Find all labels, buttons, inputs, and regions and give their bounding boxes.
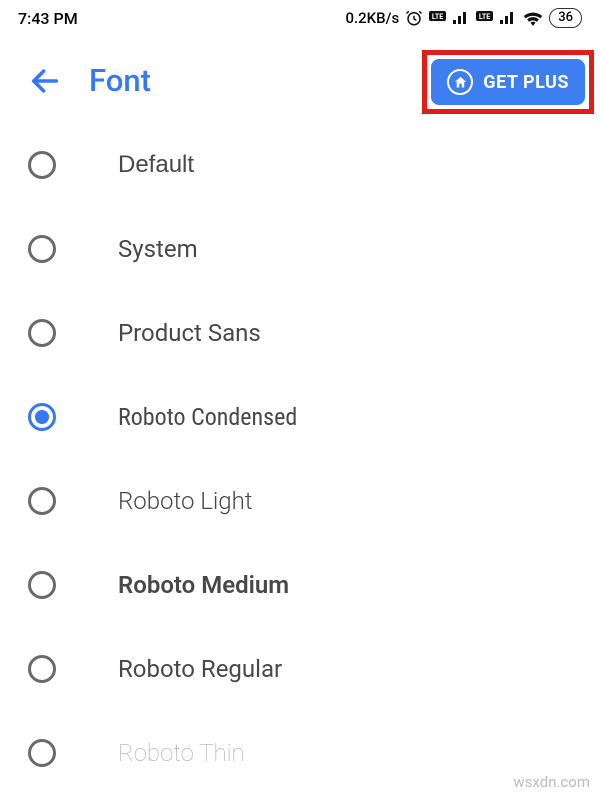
font-option[interactable]: Product Sans [28,291,600,375]
radio-icon [28,403,56,431]
get-plus-label: GET PLUS [483,72,569,93]
svg-text:LTE: LTE [432,13,443,21]
radio-icon [28,319,56,347]
font-option[interactable]: System [28,207,600,291]
status-bar: 7:43 PM 0.2KB/s LTE LTE 36 [0,0,600,36]
radio-icon [28,487,56,515]
font-options-list: Default System Product Sans Roboto Condense… [0,123,600,795]
font-option[interactable]: Default [28,123,600,207]
radio-icon [28,739,56,767]
battery-indicator: 36 [549,8,582,28]
font-option-label: Default [118,151,194,179]
wifi-icon [523,11,543,26]
status-indicators: 0.2KB/s LTE LTE 36 [345,8,582,28]
get-plus-highlight: GET PLUS [422,50,594,114]
signal2-icon [499,11,517,25]
font-option[interactable]: Roboto Regular [28,627,600,711]
font-option-label: System [118,235,198,263]
get-plus-button[interactable]: GET PLUS [431,59,585,105]
font-option[interactable]: Roboto Light [28,459,600,543]
signal1-icon [452,11,470,25]
font-option[interactable]: Roboto Medium [28,543,600,627]
font-option-label: Roboto Thin [118,739,245,767]
radio-icon [28,655,56,683]
font-option-label: Roboto Condensed [118,403,297,431]
home-circle-icon [447,69,473,95]
svg-text:LTE: LTE [479,13,490,21]
network-speed: 0.2KB/s [345,9,399,27]
arrow-left-icon [28,64,62,98]
font-option-label: Roboto Medium [118,571,289,599]
radio-icon [28,571,56,599]
status-time: 7:43 PM [18,9,78,28]
alarm-icon [405,9,423,27]
app-header: Font GET PLUS [0,36,600,123]
radio-icon [28,151,56,179]
volte1-icon: LTE [429,11,446,25]
watermark: wsxdn.com [513,773,590,791]
back-button[interactable] [28,63,64,99]
radio-icon [28,235,56,263]
font-option-label: Roboto Light [118,487,253,515]
font-option-label: Product Sans [118,319,261,347]
volte2-icon: LTE [476,11,493,25]
font-option-label: Roboto Regular [118,655,282,683]
page-title: Font [89,62,151,99]
font-option[interactable]: Roboto Condensed [28,375,600,459]
